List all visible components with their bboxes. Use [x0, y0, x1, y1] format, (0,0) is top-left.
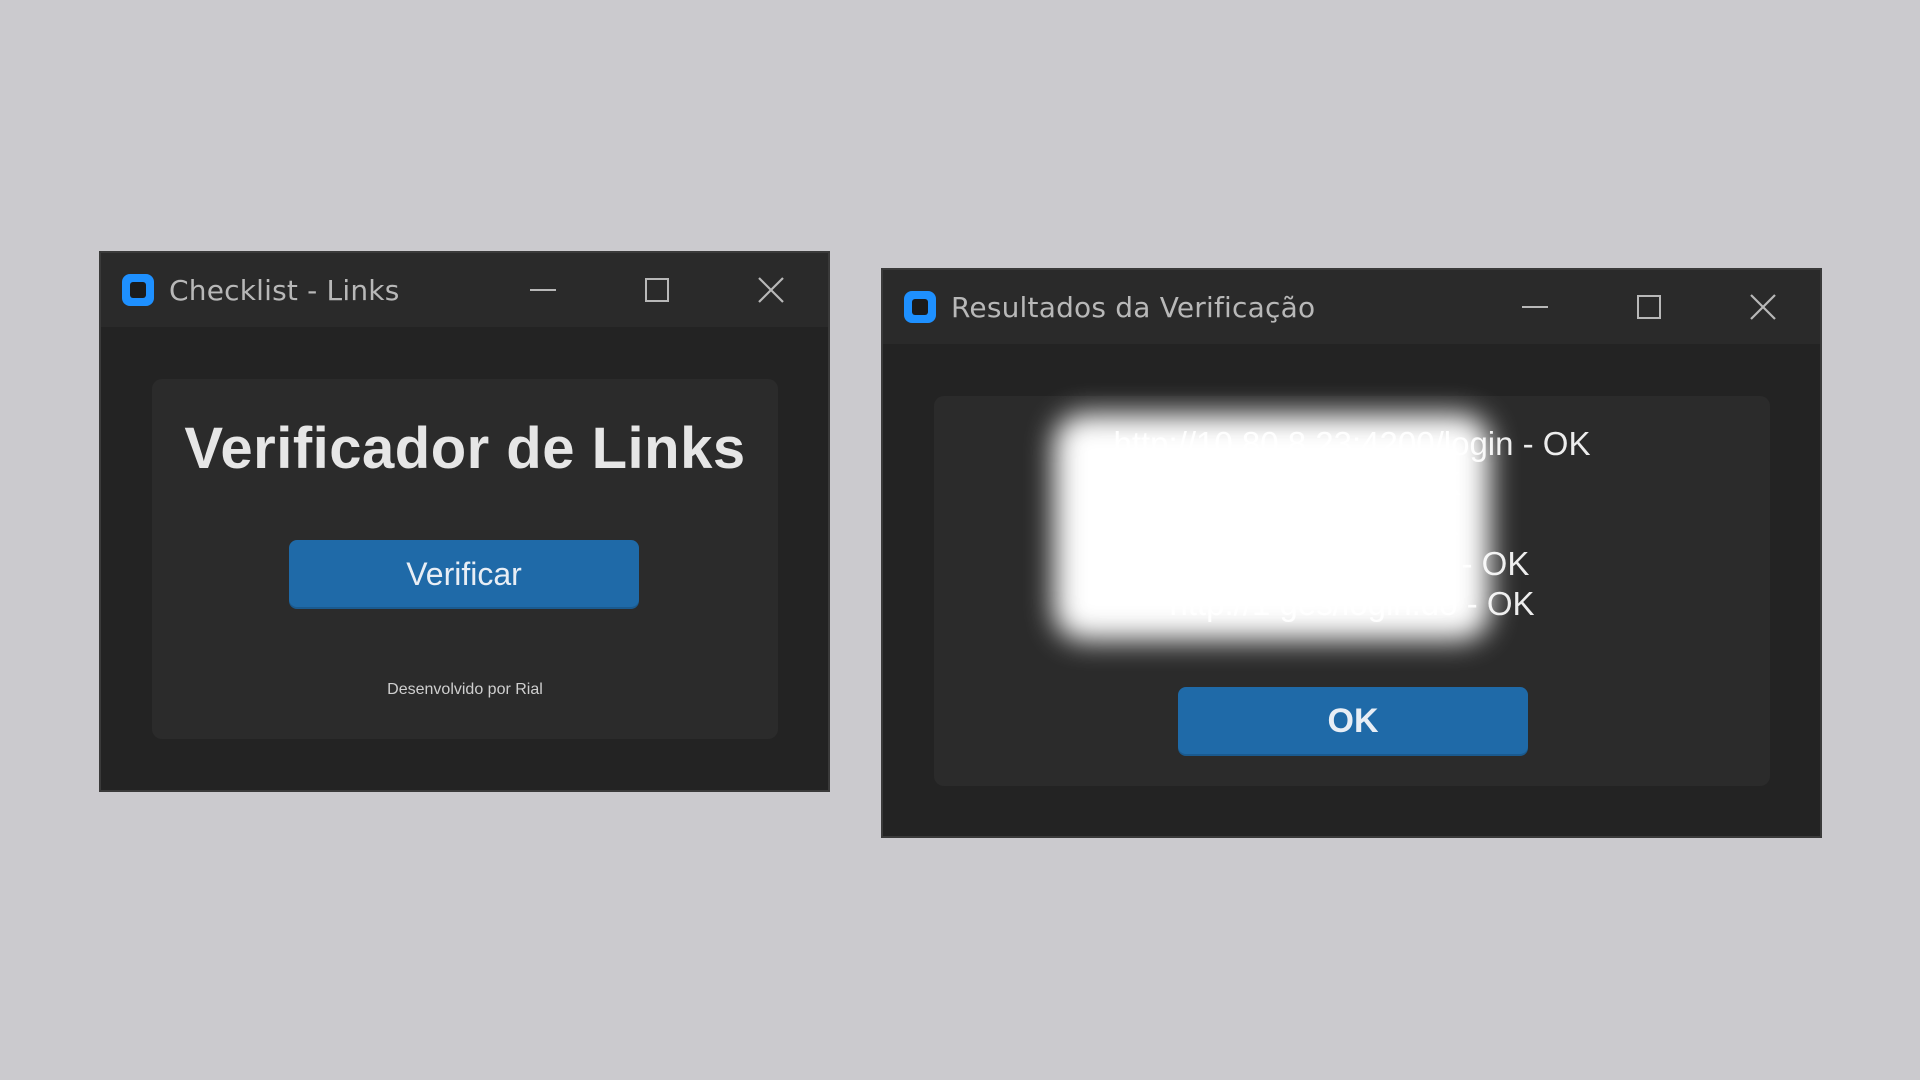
- window-controls: [486, 253, 828, 327]
- app-icon: [122, 274, 154, 306]
- minimize-icon: [1522, 306, 1548, 308]
- minimize-button[interactable]: [486, 253, 600, 327]
- maximize-icon: [1637, 295, 1661, 319]
- maximize-icon: [645, 278, 669, 302]
- maximize-button[interactable]: [1592, 270, 1706, 344]
- checklist-titlebar[interactable]: Checklist - Links: [101, 253, 828, 327]
- results-panel: http://10.80.8.23:4200/login - OK OK htt…: [934, 396, 1770, 786]
- developer-credit: Desenvolvido por Rial: [387, 681, 543, 698]
- redaction-blur: [1054, 414, 1490, 640]
- checklist-window: Checklist - Links Verificador de Links V…: [99, 251, 830, 792]
- close-button[interactable]: [714, 253, 828, 327]
- minimize-button[interactable]: [1478, 270, 1592, 344]
- close-icon: [1750, 294, 1776, 320]
- results-titlebar[interactable]: Resultados da Verificação: [883, 270, 1820, 344]
- page-title: Verificador de Links: [184, 416, 746, 481]
- results-window: Resultados da Verificação http:/: [881, 268, 1822, 838]
- ok-button[interactable]: OK: [1178, 687, 1528, 756]
- checklist-panel: Verificador de Links Verificar Desenvolv…: [152, 379, 778, 739]
- window-controls: [1478, 270, 1820, 344]
- close-icon: [758, 277, 784, 303]
- window-title: Checklist - Links: [169, 273, 400, 307]
- maximize-button[interactable]: [600, 253, 714, 327]
- minimize-icon: [530, 289, 556, 291]
- window-title: Resultados da Verificação: [951, 290, 1316, 324]
- app-icon: [904, 291, 936, 323]
- verify-button[interactable]: Verificar: [289, 540, 639, 609]
- close-button[interactable]: [1706, 270, 1820, 344]
